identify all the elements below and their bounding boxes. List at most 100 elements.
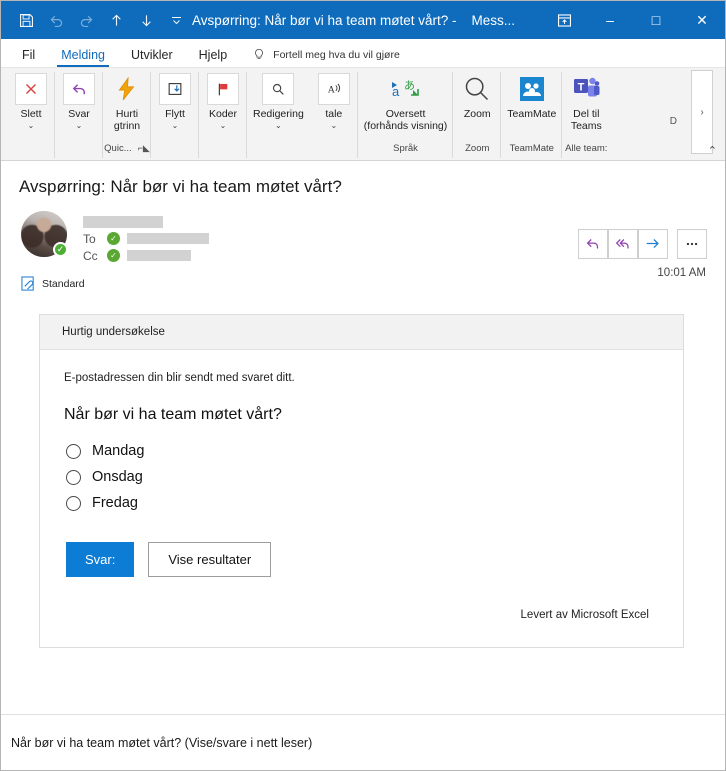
to-recipients-redacted (127, 233, 209, 244)
tab-hjelp[interactable]: Hjelp (186, 46, 241, 67)
ribbon-group-flytt: Flytt ⌄ (151, 68, 199, 160)
delete-label: Slett (20, 108, 42, 120)
tags-button[interactable]: Koder ⌄ (199, 68, 247, 143)
tell-me-label: Fortell meg hva du vil gjøre (273, 49, 400, 61)
recipient-list: To ✓ Cc ✓ (67, 211, 209, 264)
group-label-text: Quic... (104, 143, 132, 154)
survey-options: Mandag Onsdag Fredag (62, 438, 661, 516)
quick-steps-icon (111, 73, 143, 105)
radio-icon[interactable] (66, 443, 81, 459)
collapse-ribbon-button[interactable]: ⌃ (708, 144, 717, 157)
translate-button[interactable]: a あ Oversett (forhånds visning) (358, 68, 453, 143)
zoom-label: Zoom (463, 108, 491, 120)
ribbon-group-koder: Koder ⌄ (199, 68, 247, 160)
chevron-down-icon[interactable]: ⌄ (275, 121, 282, 130)
tab-melding[interactable]: Melding (48, 46, 118, 67)
move-button[interactable]: Flytt ⌄ (151, 68, 199, 143)
ribbon-overflow-button[interactable]: › (691, 70, 713, 154)
teammate-button[interactable]: TeamMate (501, 68, 562, 143)
move-icon (159, 73, 191, 105)
survey-buttons: Svar: Vise resultater (62, 542, 661, 577)
minimize-button[interactable]: – (587, 1, 633, 39)
survey-option-mandag[interactable]: Mandag (62, 438, 661, 464)
customize-quick-access-icon[interactable] (161, 5, 191, 35)
message-subject: Avspørring: Når bør vi ha team møtet vår… (19, 177, 342, 196)
forward-button[interactable] (638, 229, 668, 259)
chevron-down-icon[interactable]: ⌄ (220, 121, 227, 130)
survey-card-header: Hurtig undersøkelse (40, 315, 683, 350)
radio-icon[interactable] (66, 469, 81, 485)
radio-icon[interactable] (66, 495, 81, 511)
survey-option-onsdag[interactable]: Onsdag (62, 464, 661, 490)
microsoft-teams-icon: T (570, 73, 602, 105)
close-button[interactable]: ✕ (679, 1, 725, 39)
ribbon-group-alle-team: T Del til Teams Alle team: (562, 68, 610, 160)
survey-view-results-button[interactable]: Vise resultater (148, 542, 272, 577)
previous-item-icon[interactable] (101, 5, 131, 35)
quick-steps-label: Hurti (115, 108, 139, 120)
dialog-launcher-icon[interactable]: ⌐◣ (138, 143, 150, 154)
ribbon-group-label-hurtigtrinn: Quic... ⌐◣ (103, 143, 151, 160)
survey-option-label: Mandag (92, 443, 145, 459)
translate-label: Oversett (385, 108, 426, 120)
redo-icon[interactable] (71, 5, 101, 35)
survey-footer: Levert av Microsoft Excel (520, 609, 649, 621)
message-timestamp: 10:01 AM (657, 267, 706, 279)
chevron-down-icon[interactable]: ⌄ (172, 121, 179, 130)
attachment-row[interactable]: Standard (1, 264, 725, 292)
translate-icon: a あ (390, 73, 422, 105)
save-icon[interactable] (11, 5, 41, 35)
cc-row: Cc ✓ (83, 247, 209, 264)
svg-text:A: A (327, 85, 335, 96)
survey-option-fredag[interactable]: Fredag (62, 490, 661, 516)
ribbon-group-label-sprak: Språk (393, 143, 418, 154)
title-bar: Avspørring: Når bør vi ha team møtet vår… (1, 1, 725, 39)
undo-icon[interactable] (41, 5, 71, 35)
message-header: ✓ To ✓ Cc ✓ 10:01 AM (1, 197, 725, 279)
ribbon-group-label-svar (55, 143, 103, 160)
chevron-down-icon[interactable]: ⌄ (28, 121, 35, 130)
chevron-down-icon[interactable]: ⌄ (76, 121, 83, 130)
ribbon-group-sprak: a あ Oversett (forhånds visning) Språk (358, 68, 454, 160)
quick-steps-button[interactable]: Hurti gtrinn (103, 68, 151, 143)
tab-utvikler[interactable]: Utvikler (118, 46, 186, 67)
teammate-label: TeamMate (507, 108, 557, 120)
delete-button[interactable]: Slett ⌄ (7, 68, 55, 143)
speech-button[interactable]: A tale ⌄ (310, 68, 358, 143)
share-to-teams-label: Del til (573, 108, 600, 120)
ribbon-group-label-flytt (151, 143, 199, 160)
next-item-icon[interactable] (131, 5, 161, 35)
ribbon-group-svar: Svar ⌄ (55, 68, 103, 160)
ribbon-overflow-label: D (669, 116, 677, 127)
tags-flag-icon (207, 73, 239, 105)
sender-name-redacted (83, 215, 163, 228)
avatar: ✓ (21, 211, 68, 257)
window-app-name: Mess... (471, 12, 515, 28)
zoom-magnifier-icon (461, 73, 493, 105)
ribbon-group-label-zoom: Zoom (465, 143, 490, 154)
ribbon-display-options-icon[interactable] (541, 1, 587, 39)
zoom-button[interactable]: Zoom (453, 68, 501, 143)
chevron-down-icon[interactable]: ⌄ (330, 121, 337, 130)
share-to-teams-button[interactable]: T Del til Teams (562, 68, 610, 143)
attachment-icon (21, 276, 36, 292)
reply-all-button[interactable] (608, 229, 638, 259)
reply-ribbon-button[interactable]: Svar ⌄ (55, 68, 103, 143)
maximize-button[interactable]: □ (633, 1, 679, 39)
editing-label: Redigering (253, 108, 304, 120)
reply-button[interactable] (578, 229, 608, 259)
more-actions-button[interactable] (677, 229, 707, 259)
survey-submit-button[interactable]: Svar: (66, 542, 135, 577)
cc-label: Cc (83, 248, 98, 263)
ribbon-group-teammate: TeamMate TeamMate (501, 68, 563, 160)
ribbon-group-slett: Slett ⌄ (7, 68, 55, 160)
tell-me-box[interactable]: Fortell meg hva du vil gjøre (252, 47, 400, 67)
share-to-teams-label-line2: Teams (570, 120, 602, 132)
ribbon-group-label-alle-team: Alle team: (565, 143, 608, 154)
tab-fil[interactable]: Fil (9, 46, 48, 67)
survey-card: Hurtig undersøkelse E-postadressen din b… (39, 314, 684, 648)
ribbon: Slett ⌄ Svar ⌄ Hurti gtrinn Quic... ⌐◣ F… (1, 68, 725, 161)
message-action-bar (578, 229, 707, 259)
ribbon-group-label-slett (7, 143, 55, 160)
editing-button[interactable]: Redigering ⌄ (247, 68, 310, 143)
